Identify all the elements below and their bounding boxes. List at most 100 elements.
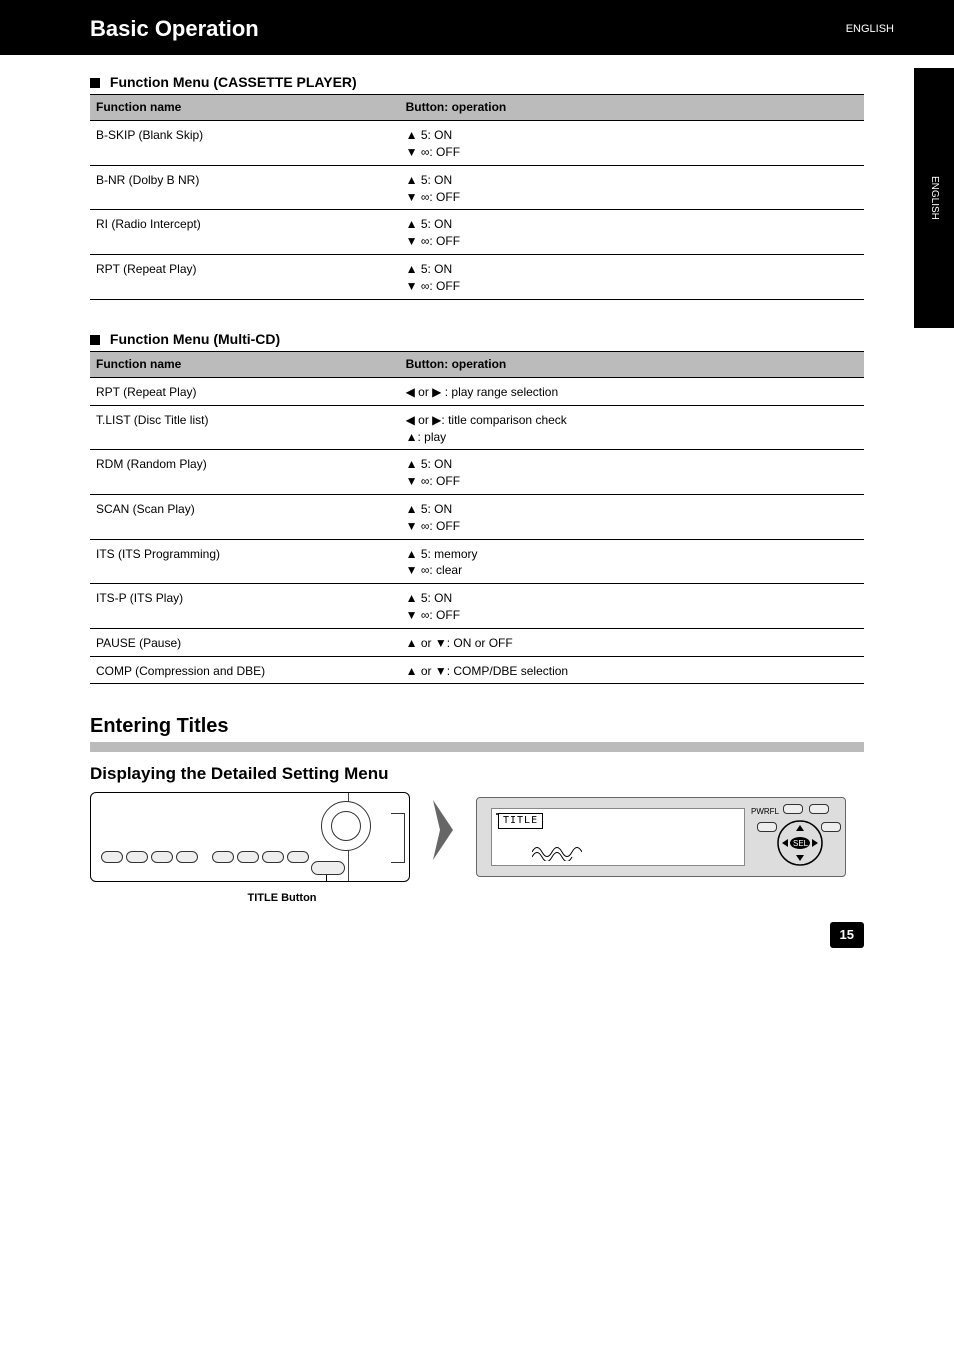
- col-head-op: Button: operation: [400, 95, 864, 120]
- op-line: 5: ON: [421, 128, 452, 142]
- header-lang: ENGLISH: [846, 22, 894, 37]
- button-icon: [126, 851, 148, 863]
- table-head-cassette: Function name Button: operation: [90, 95, 864, 121]
- down-triangle-icon: ▼: [406, 190, 418, 204]
- op-line: ∞: OFF: [421, 519, 460, 533]
- header-bar: Basic Operation ENGLISH: [0, 0, 954, 55]
- table-row: RPT (Repeat Play) ◀ or ▶ 2 or 3: play ra…: [90, 378, 864, 406]
- dpad-icon: SEL: [775, 818, 825, 868]
- sel-label: SEL: [793, 838, 808, 849]
- table-row: B-NR (Dolby B NR) ▲ 5: ON ▼ ∞: OFF: [90, 166, 864, 211]
- device-panel-illustration: [90, 792, 410, 882]
- col-head-op: Button: operation: [400, 352, 864, 377]
- down-triangle-icon: ▼: [435, 664, 447, 678]
- button-icon: [212, 851, 234, 863]
- up-triangle-icon: ▲: [406, 430, 418, 444]
- button-icon: [151, 851, 173, 863]
- down-triangle-icon: ▼: [406, 608, 418, 622]
- section-title: Entering Titles: [90, 712, 864, 740]
- fn-op: ▲ 5: memory ▼ ∞: clear: [400, 540, 864, 584]
- fn-op: ▲ or ▼: ON or OFF 5 or ∞: ON or OFF: [400, 629, 864, 656]
- wave-icon: [532, 843, 582, 861]
- fn-op: ▲ or ▼: COMP/DBE selection 5 or ∞: COMP/…: [400, 657, 864, 684]
- fn-name: B-SKIP (Blank Skip): [90, 121, 400, 165]
- table-head-multicd: Function name Button: operation: [90, 352, 864, 378]
- op-line: ∞: clear: [421, 563, 462, 577]
- fn-name: ITS (ITS Programming): [90, 540, 400, 584]
- button-icon: [176, 851, 198, 863]
- section-divider: [90, 742, 864, 752]
- table-row: RDM (Random Play) ▲ 5: ON ▼ ∞: OFF: [90, 450, 864, 495]
- small-button-icon: [783, 804, 803, 814]
- op-line: 5: ON: [421, 502, 452, 516]
- col-head-name: Function name: [90, 352, 400, 377]
- button-icon: [237, 851, 259, 863]
- op-line: 5: ON: [421, 457, 452, 471]
- op-line: ∞: OFF: [421, 608, 460, 622]
- table-row: RPT (Repeat Play) ▲ 5: ON ▼ ∞: OFF: [90, 255, 864, 300]
- section-subtitle: Displaying the Detailed Setting Menu: [90, 762, 864, 786]
- fn-op: ▲ 5: ON ▼ ∞: OFF: [400, 495, 864, 539]
- up-triangle-icon: ▲: [406, 128, 418, 142]
- table-row: PAUSE (Pause) ▲ or ▼: ON or OFF 5 or ∞: …: [90, 629, 864, 657]
- title-display-icon: TITLE: [498, 813, 543, 829]
- bullet-icon: [90, 335, 100, 345]
- fn-op: ▲ 5: ON ▼ ∞: OFF: [400, 584, 864, 628]
- fn-op: ▲ 5: ON ▼ ∞: OFF: [400, 450, 864, 494]
- title-button-icon: [311, 861, 345, 875]
- page-footer: 15: [0, 882, 954, 968]
- header-title: Basic Operation: [90, 14, 259, 45]
- down-triangle-icon: ▼: [406, 519, 418, 533]
- right-triangle-icon: ▶: [432, 413, 441, 427]
- down-triangle-icon: ▼: [406, 563, 418, 577]
- fn-name: B-NR (Dolby B NR): [90, 166, 400, 210]
- down-triangle-icon: ▼: [406, 474, 418, 488]
- op-line: ∞: OFF: [421, 190, 460, 204]
- up-triangle-icon: ▲: [406, 173, 418, 187]
- right-triangle-icon: ▶: [432, 385, 441, 399]
- table-row: ITS (ITS Programming) ▲ 5: memory ▼ ∞: c…: [90, 540, 864, 585]
- up-triangle-icon: ▲: [406, 664, 418, 678]
- table-row: B-SKIP (Blank Skip) ▲ 5: ON ▼ ∞: OFF: [90, 121, 864, 166]
- fn-name: COMP (Compression and DBE): [90, 657, 400, 684]
- small-button-icon: [757, 822, 777, 832]
- subhead-cassette-text: Function Menu (CASSETTE PLAYER): [110, 74, 357, 90]
- subhead-multicd: Function Menu (Multi-CD): [90, 330, 864, 353]
- op-line: 5: ON: [421, 217, 452, 231]
- down-triangle-icon: ▼: [406, 234, 418, 248]
- fn-op: ▲ 5: ON ▼ ∞: OFF: [400, 255, 864, 299]
- op-line: ∞: OFF: [421, 279, 460, 293]
- op-line: 5: memory: [421, 547, 478, 561]
- bullet-icon: [90, 78, 100, 88]
- fn-name: RDM (Random Play): [90, 450, 400, 494]
- table-row: COMP (Compression and DBE) ▲ or ▼: COMP/…: [90, 657, 864, 685]
- table-row: SCAN (Scan Play) ▲ 5: ON ▼ ∞: OFF: [90, 495, 864, 540]
- fn-name: RI (Radio Intercept): [90, 210, 400, 254]
- up-triangle-icon: ▲: [406, 636, 418, 650]
- fn-name: ITS-P (ITS Play): [90, 584, 400, 628]
- fn-op: ◀ or ▶ 2 or 3: play range selection: pla…: [400, 378, 864, 405]
- up-triangle-icon: ▲: [406, 457, 418, 471]
- fn-op: ◀ or ▶: title comparison check ▲: play 2…: [400, 406, 864, 450]
- pwrfl-label: PWRFL: [751, 806, 779, 817]
- subhead-multicd-text: Function Menu (Multi-CD): [110, 331, 280, 347]
- page-number: 15: [830, 922, 864, 948]
- fn-name: SCAN (Scan Play): [90, 495, 400, 539]
- fn-name: RPT (Repeat Play): [90, 255, 400, 299]
- illus-left-wrap: TITLE Button: [90, 792, 410, 882]
- op-line: ∞: OFF: [421, 145, 460, 159]
- arrow-icon: [428, 795, 458, 878]
- small-button-icon: [809, 804, 829, 814]
- button-icon: [287, 851, 309, 863]
- table-row: ITS-P (ITS Play) ▲ 5: ON ▼ ∞: OFF: [90, 584, 864, 629]
- button-icon: [262, 851, 284, 863]
- op-line: 5: ON: [421, 591, 452, 605]
- fn-name: RPT (Repeat Play): [90, 378, 400, 405]
- fn-op: ▲ 5: ON ▼ ∞: OFF: [400, 166, 864, 210]
- table-row: T.LIST (Disc Title list) ◀ or ▶: title c…: [90, 406, 864, 451]
- op-line: 5: ON: [421, 262, 452, 276]
- title-button-label: TITLE Button: [247, 891, 316, 906]
- table-row: RI (Radio Intercept) ▲ 5: ON ▼ ∞: OFF: [90, 210, 864, 255]
- up-triangle-icon: ▲: [406, 217, 418, 231]
- subhead-cassette: Function Menu (CASSETTE PLAYER): [90, 73, 864, 96]
